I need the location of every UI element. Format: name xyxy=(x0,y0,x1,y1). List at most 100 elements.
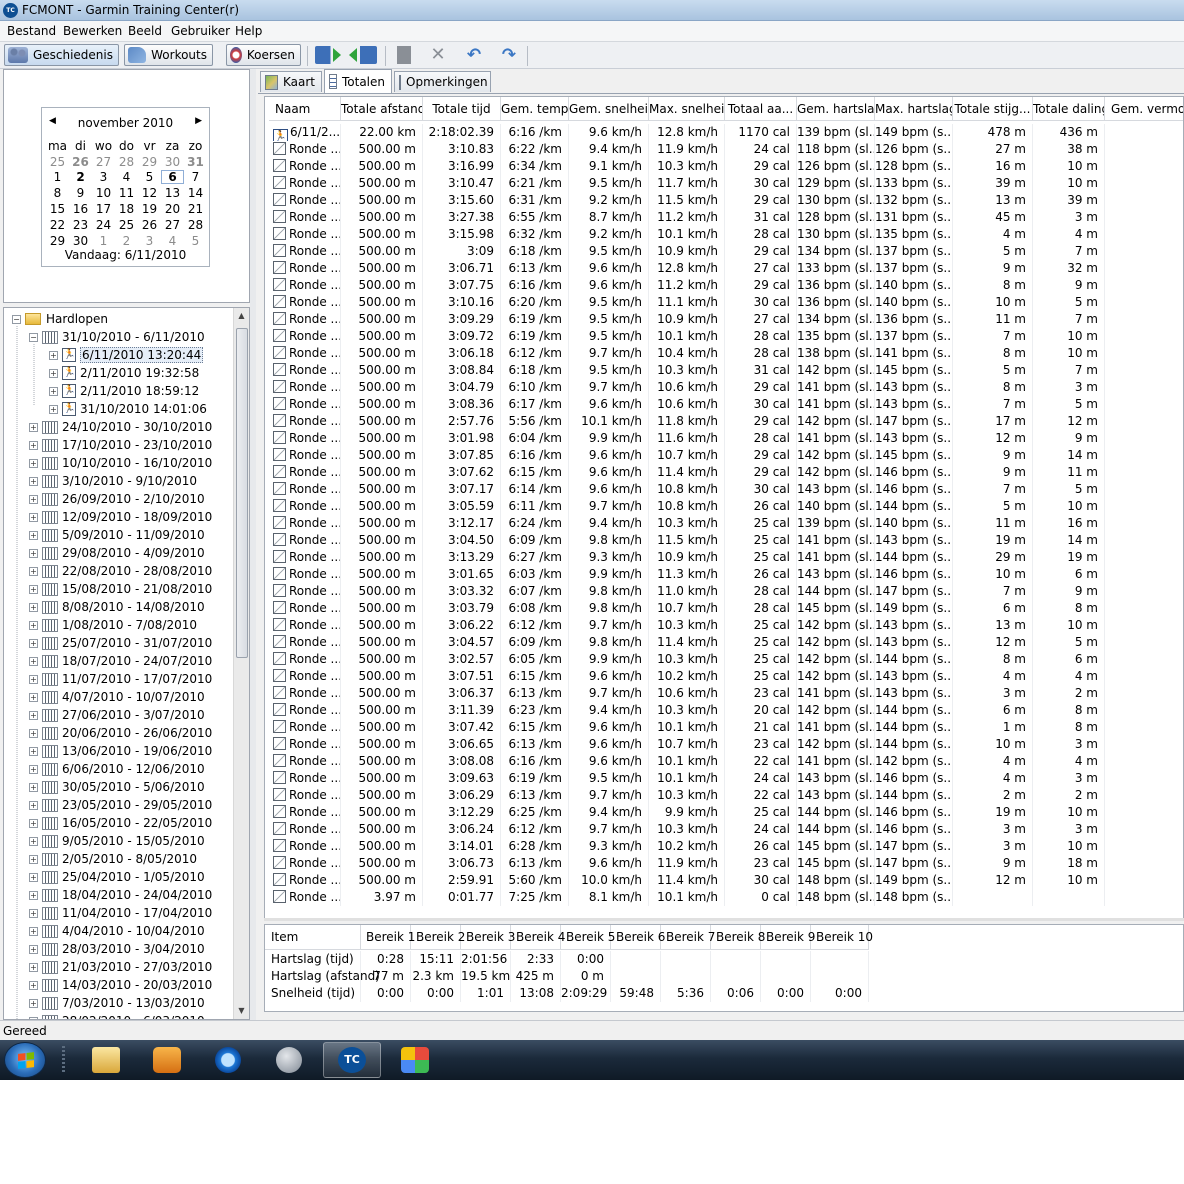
tree-week[interactable]: +26/09/2010 - 2/10/2010 xyxy=(29,490,205,508)
expand-toggle-icon[interactable]: + xyxy=(29,620,38,630)
receive-from-device-icon[interactable] xyxy=(349,46,377,64)
lap-row[interactable]: Ronde ... 500.00 m 3:09.29 6:19 /km 9.5 km/h… xyxy=(265,311,1183,328)
tree-week[interactable]: +22/08/2010 - 28/08/2010 xyxy=(29,562,212,580)
calendar-day[interactable]: 30 xyxy=(69,234,92,248)
calendar-day[interactable]: 28 xyxy=(115,155,138,169)
activity-total-row[interactable]: 🏃 6/11/2... 22.00 km 2:18:02.39 6:16 /km 9.6 … xyxy=(265,124,1183,141)
calendar-day[interactable]: 15 xyxy=(46,202,69,216)
menu-bestand[interactable]: Bestand xyxy=(7,24,56,38)
expand-toggle-icon[interactable]: + xyxy=(29,440,38,450)
calendar-day[interactable]: 3 xyxy=(92,170,115,184)
tab-opmerkingen[interactable]: Opmerkingen xyxy=(394,71,491,92)
expand-toggle-icon[interactable]: + xyxy=(29,998,38,1008)
expand-toggle-icon[interactable]: + xyxy=(29,584,38,594)
expand-toggle-icon[interactable]: + xyxy=(29,566,38,576)
calendar-day[interactable]: 22 xyxy=(46,218,69,232)
tree-week[interactable]: +1/08/2010 - 7/08/2010 xyxy=(29,616,197,634)
expand-toggle-icon[interactable]: + xyxy=(29,476,38,486)
calendar-day[interactable]: 16 xyxy=(69,202,92,216)
lap-row[interactable]: Ronde ... 500.00 m 3:06.18 6:12 /km 9.7 km/h… xyxy=(265,345,1183,362)
tree-activity[interactable]: + 🏃 31/10/2010 14:01:06 xyxy=(49,400,207,418)
expand-toggle-icon[interactable]: + xyxy=(29,458,38,468)
lap-row[interactable]: Ronde ... 500.00 m 3:27.38 6:55 /km 8.7 km/h… xyxy=(265,209,1183,226)
zones-column-header[interactable]: Bereik 7 xyxy=(661,925,715,950)
tree-week[interactable]: +6/06/2010 - 12/06/2010 xyxy=(29,760,205,778)
tree-week[interactable]: +30/05/2010 - 5/06/2010 xyxy=(29,778,205,796)
calendar-day[interactable]: 5 xyxy=(138,170,161,184)
calendar-day[interactable]: 1 xyxy=(46,170,69,184)
menu-bewerken[interactable]: Bewerken xyxy=(63,24,122,38)
lap-row[interactable]: Ronde ... 500.00 m 3:14.01 6:28 /km 9.3 km/h… xyxy=(265,838,1183,855)
tree-root-hardlopen[interactable]: − Hardlopen xyxy=(12,310,108,328)
lap-row[interactable]: Ronde ... 500.00 m 3:10.16 6:20 /km 9.5 km/h… xyxy=(265,294,1183,311)
tree-week[interactable]: +29/08/2010 - 4/09/2010 xyxy=(29,544,205,562)
tree-week[interactable]: +18/07/2010 - 24/07/2010 xyxy=(29,652,212,670)
tree-week[interactable]: +18/04/2010 - 24/04/2010 xyxy=(29,886,212,904)
zones-column-header[interactable]: Bereik 6 xyxy=(611,925,665,950)
lap-row[interactable]: Ronde ... 500.00 m 3:04.57 6:09 /km 9.8 km/h… xyxy=(265,634,1183,651)
taskbar-media-player[interactable] xyxy=(138,1042,196,1078)
lap-row[interactable]: Ronde ... 500.00 m 3:06.65 6:13 /km 9.6 km/h… xyxy=(265,736,1183,753)
calendar-day[interactable]: 10 xyxy=(92,186,115,200)
expand-toggle-icon[interactable]: + xyxy=(49,404,58,414)
expand-toggle-icon[interactable]: + xyxy=(29,548,38,558)
column-header[interactable]: Totale tijd xyxy=(423,97,501,121)
column-header[interactable]: Totale afstand xyxy=(341,97,423,121)
undo-icon[interactable]: ↶ xyxy=(464,46,484,64)
expand-toggle-icon[interactable]: + xyxy=(29,854,38,864)
tab-kaart[interactable]: Kaart xyxy=(260,71,322,92)
tree-activity[interactable]: + 🏃 2/11/2010 19:32:58 xyxy=(49,364,199,382)
tree-week[interactable]: +13/06/2010 - 19/06/2010 xyxy=(29,742,212,760)
tree-week[interactable]: +23/05/2010 - 29/05/2010 xyxy=(29,796,212,814)
lap-row[interactable]: Ronde ... 500.00 m 3:06.22 6:12 /km 9.7 km/h… xyxy=(265,617,1183,634)
tree-week[interactable]: +4/04/2010 - 10/04/2010 xyxy=(29,922,205,940)
calendar-day[interactable]: 21 xyxy=(184,202,207,216)
menu-beeld[interactable]: Beeld xyxy=(128,24,162,38)
lap-row[interactable]: Ronde ... 500.00 m 3:08.36 6:17 /km 9.6 km/h… xyxy=(265,396,1183,413)
expand-toggle-icon[interactable]: + xyxy=(29,800,38,810)
calendar-day[interactable]: 26 xyxy=(138,218,161,232)
lap-row[interactable]: Ronde ... 500.00 m 3:05.59 6:11 /km 9.7 km/h… xyxy=(265,498,1183,515)
calendar-day[interactable]: 7 xyxy=(184,170,207,184)
expand-toggle-icon[interactable]: + xyxy=(29,944,38,954)
expand-toggle-icon[interactable]: + xyxy=(29,674,38,684)
column-header[interactable]: Totale daling xyxy=(1033,97,1105,121)
column-header[interactable]: Gem. tempo xyxy=(501,97,569,121)
tree-week[interactable]: − 31/10/2010 - 6/11/2010 xyxy=(29,328,205,346)
pane-splitter[interactable] xyxy=(250,69,256,1020)
calendar-day[interactable]: 27 xyxy=(161,218,184,232)
tree-vertical-scrollbar[interactable]: ▲ ▼ xyxy=(233,308,249,1019)
tree-activity[interactable]: + 🏃 2/11/2010 18:59:12 xyxy=(49,382,199,400)
column-header[interactable]: Gem. hartslag xyxy=(797,97,875,121)
tree-week[interactable]: +21/03/2010 - 27/03/2010 xyxy=(29,958,212,976)
calendar-day[interactable]: 31 xyxy=(184,155,207,169)
tree-week[interactable]: +9/05/2010 - 15/05/2010 xyxy=(29,832,205,850)
calendar-day[interactable]: 12 xyxy=(138,186,161,200)
zones-column-header[interactable]: Bereik 8 xyxy=(711,925,765,950)
tab-totalen[interactable]: Totalen xyxy=(324,69,392,93)
taskbar-explorer[interactable] xyxy=(77,1042,135,1078)
tree-activity[interactable]: + 🏃 6/11/2010 13:20:44 xyxy=(49,346,204,364)
expand-toggle-icon[interactable]: + xyxy=(29,530,38,540)
calendar-today-link[interactable]: Vandaag: 6/11/2010 xyxy=(42,248,209,262)
lap-row[interactable]: Ronde ... 500.00 m 3:12.29 6:25 /km 9.4 km/h… xyxy=(265,804,1183,821)
lap-row[interactable]: Ronde ... 500.00 m 3:06.29 6:13 /km 9.7 km/h… xyxy=(265,787,1183,804)
column-header[interactable]: Gem. vermogen xyxy=(1105,97,1183,121)
tree-week[interactable]: +15/08/2010 - 21/08/2010 xyxy=(29,580,212,598)
taskbar-security-center[interactable] xyxy=(386,1042,444,1078)
lap-row[interactable]: Ronde ... 500.00 m 3:03.79 6:08 /km 9.8 km/h… xyxy=(265,600,1183,617)
expand-toggle-icon[interactable]: + xyxy=(29,836,38,846)
column-header[interactable]: Max. snelheid xyxy=(649,97,725,121)
menu-gebruiker[interactable]: Gebruiker xyxy=(171,24,230,38)
calendar-day[interactable]: 30 xyxy=(161,155,184,169)
lap-row[interactable]: Ronde ... 500.00 m 3:01.98 6:04 /km 9.9 km/h… xyxy=(265,430,1183,447)
expand-toggle-icon[interactable]: + xyxy=(29,602,38,612)
calendar-day[interactable]: 17 xyxy=(92,202,115,216)
next-month-arrow-icon[interactable]: ▶ xyxy=(195,116,202,126)
expand-toggle-icon[interactable]: + xyxy=(29,962,38,972)
lap-row[interactable]: Ronde ... 500.00 m 3:03.32 6:07 /km 9.8 km/h… xyxy=(265,583,1183,600)
tree-week[interactable]: +24/10/2010 - 30/10/2010 xyxy=(29,418,212,436)
tree-week[interactable]: +8/08/2010 - 14/08/2010 xyxy=(29,598,205,616)
calendar-day[interactable]: 13 xyxy=(161,186,184,200)
lap-row[interactable]: Ronde ... 500.00 m 3:07.42 6:15 /km 9.6 km/h… xyxy=(265,719,1183,736)
